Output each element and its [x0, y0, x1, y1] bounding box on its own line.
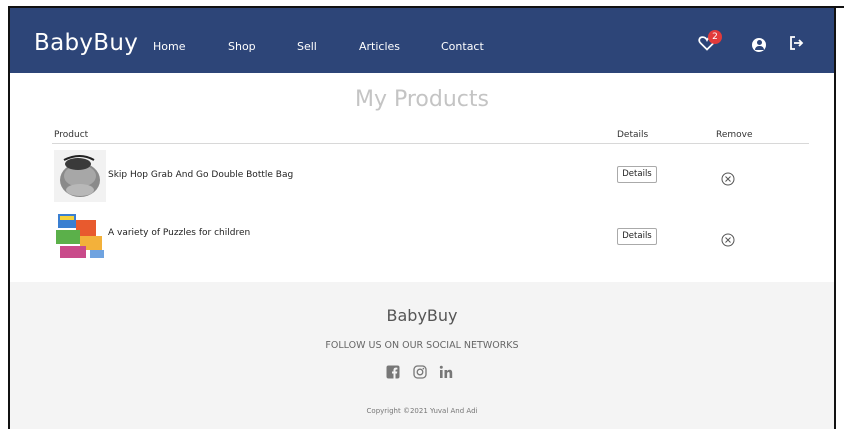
main-content: My Products Product Details Remove Skip … [10, 73, 834, 282]
footer-follow-text: FOLLOW US ON OUR SOCIAL NETWORKS [325, 340, 519, 351]
page: BabyBuy Home Shop Sell Articles Contact … [0, 0, 844, 429]
logout-icon[interactable] [788, 35, 804, 51]
remove-icon[interactable] [721, 171, 735, 186]
details-button[interactable]: Details [617, 166, 657, 183]
table-row: A variety of Puzzles for children Detail… [10, 212, 834, 268]
nav-articles[interactable]: Articles [359, 40, 400, 53]
nav-home[interactable]: Home [153, 40, 185, 53]
remove-icon[interactable] [721, 232, 735, 247]
wishlist-button[interactable]: 2 [698, 30, 722, 57]
header-divider [52, 143, 809, 144]
nav-sell[interactable]: Sell [297, 40, 317, 53]
copyright-text: Copyright ©2021 Yuval And Adi [366, 407, 478, 415]
linkedin-icon[interactable] [439, 364, 455, 380]
facebook-icon[interactable] [386, 364, 402, 380]
instagram-icon[interactable] [413, 364, 429, 380]
column-header-details: Details [617, 130, 649, 140]
footer-brand: BabyBuy [386, 306, 458, 325]
brand-logo[interactable]: BabyBuy [34, 30, 138, 56]
details-button[interactable]: Details [617, 228, 657, 245]
wishlist-count-badge: 2 [708, 30, 722, 44]
column-header-product: Product [54, 130, 89, 140]
product-thumbnail[interactable] [54, 150, 106, 202]
user-icon[interactable] [752, 38, 766, 52]
footer: BabyBuy FOLLOW US ON OUR SOCIAL NETWORKS… [10, 282, 834, 429]
table-row: Skip Hop Grab And Go Double Bottle Bag D… [10, 150, 834, 206]
page-title: My Products [355, 87, 489, 112]
product-name[interactable]: A variety of Puzzles for children [108, 228, 250, 238]
window-border-right [834, 6, 836, 429]
navbar: BabyBuy Home Shop Sell Articles Contact … [10, 8, 834, 73]
column-header-remove: Remove [716, 130, 753, 140]
product-name[interactable]: Skip Hop Grab And Go Double Bottle Bag [108, 170, 293, 180]
product-thumbnail[interactable] [54, 212, 106, 260]
nav-contact[interactable]: Contact [441, 40, 484, 53]
nav-shop[interactable]: Shop [228, 40, 256, 53]
